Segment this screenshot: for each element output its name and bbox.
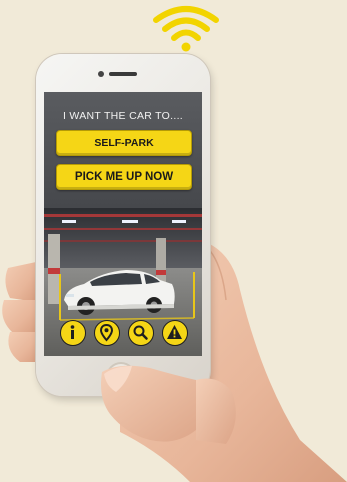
self-park-button[interactable]: SELF-PARK xyxy=(56,130,192,156)
info-icon[interactable] xyxy=(60,320,86,346)
bottom-icon-bar xyxy=(44,320,202,350)
warning-icon[interactable] xyxy=(162,320,188,346)
earpiece xyxy=(109,72,137,76)
app-screen: I WANT THE CAR TO.... SELF-PARK PICK ME … xyxy=(44,92,202,356)
location-pin-icon[interactable] xyxy=(94,320,120,346)
front-camera xyxy=(98,71,104,77)
search-icon[interactable] xyxy=(128,320,154,346)
prompt-text: I WANT THE CAR TO.... xyxy=(62,110,184,122)
pick-me-up-button[interactable]: PICK ME UP NOW xyxy=(56,164,192,190)
smartphone: I WANT THE CAR TO.... SELF-PARK PICK ME … xyxy=(36,54,210,396)
scene: I WANT THE CAR TO.... SELF-PARK PICK ME … xyxy=(0,0,347,482)
home-button[interactable] xyxy=(106,362,136,392)
